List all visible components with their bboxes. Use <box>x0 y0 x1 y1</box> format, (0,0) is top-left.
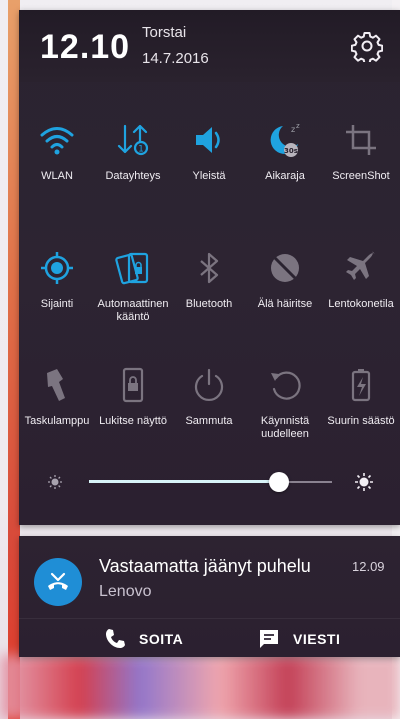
missed-call-notification[interactable]: Vastaamatta jäänyt puhelu 12.09 Lenovo S… <box>19 536 400 657</box>
location-icon <box>41 252 73 284</box>
clock-day: Torstai <box>142 24 187 41</box>
tile-power-off[interactable]: Sammuta <box>171 365 247 428</box>
auto-rotate-icon <box>115 252 149 285</box>
clock-date: 14.7.2016 <box>142 50 209 67</box>
wallpaper-bottom <box>0 655 400 719</box>
tile-label: Automaattinen kääntö <box>97 298 169 323</box>
call-back-button[interactable]: SOITA <box>103 625 183 653</box>
notification-subtitle: Lenovo <box>99 583 152 600</box>
tile-restart[interactable]: Käynnistä uudelleen <box>247 365 323 441</box>
tile-battery-saver[interactable]: Suurin säästö <box>323 365 399 428</box>
missed-call-icon <box>48 572 68 590</box>
do-not-disturb-icon <box>271 254 299 282</box>
restart-icon <box>271 371 301 400</box>
volume-icon <box>196 127 220 153</box>
crop-icon <box>346 125 376 155</box>
power-icon <box>194 368 224 401</box>
brightness-low-icon <box>48 475 62 489</box>
bluetooth-icon <box>200 252 219 284</box>
notification-avatar <box>34 558 82 606</box>
status-header: 12.10 Torstai 14.7.2016 <box>19 10 400 82</box>
clock-time: 12.10 <box>40 28 131 66</box>
tile-label: Älä häiritse <box>257 298 313 310</box>
tile-screenshot[interactable]: ScreenShot <box>323 120 399 183</box>
notification-divider <box>19 618 400 619</box>
tile-label: Datayhteys <box>105 170 161 182</box>
tile-label: Suurin säästö <box>327 415 395 427</box>
tile-flashlight[interactable]: Taskulamppu <box>19 365 95 428</box>
airplane-icon <box>346 251 375 280</box>
sleep-timer-icon: z z 30s <box>270 122 300 157</box>
brightness-thumb[interactable] <box>268 472 289 492</box>
phone-icon <box>106 629 125 648</box>
tile-auto-rotate[interactable]: Automaattinen kääntö <box>95 248 171 324</box>
tile-label: Sijainti <box>40 298 74 310</box>
tile-label: Bluetooth <box>185 298 233 310</box>
battery-saver-icon <box>351 369 371 402</box>
tile-label: ScreenShot <box>332 170 390 182</box>
tile-label: Sammuta <box>185 415 233 427</box>
tile-label: Lentokonetila <box>328 298 394 310</box>
tile-label: Aikaraja <box>265 170 305 182</box>
tile-wlan[interactable]: WLAN <box>19 120 95 183</box>
brightness-slider[interactable] <box>19 470 400 494</box>
flashlight-icon <box>47 369 65 401</box>
tile-label: Käynnistä uudelleen <box>260 415 310 440</box>
tile-label: WLAN <box>41 170 73 182</box>
tile-timeout[interactable]: z z 30s Aikaraja <box>247 120 323 183</box>
notification-time: 12.09 <box>352 559 385 574</box>
message-icon <box>260 630 278 648</box>
quick-settings-panel: 12.10 Torstai 14.7.2016 WLAN 1 Datayhtey… <box>19 10 400 525</box>
message-button[interactable]: VIESTI <box>257 625 340 653</box>
brightness-high-icon <box>355 473 373 491</box>
tile-label: Taskulamppu <box>24 415 90 427</box>
tile-do-not-disturb[interactable]: Älä häiritse <box>247 248 323 311</box>
tile-sound[interactable]: Yleistä <box>171 120 247 183</box>
tile-lock-screen[interactable]: Lukitse näyttö <box>95 365 171 428</box>
message-label: VIESTI <box>293 631 341 647</box>
tile-label: Yleistä <box>192 170 226 182</box>
call-back-label: SOITA <box>139 631 184 647</box>
svg-text:30s: 30s <box>284 147 298 155</box>
svg-text:1: 1 <box>138 145 144 155</box>
settings-gear-icon[interactable] <box>351 30 383 62</box>
tile-location[interactable]: Sijainti <box>19 248 95 311</box>
data-transfer-icon: 1 <box>117 124 149 156</box>
tile-airplane[interactable]: Lentokonetila <box>323 248 399 311</box>
notification-title: Vastaamatta jäänyt puhelu <box>99 556 311 576</box>
svg-text:z: z <box>296 122 300 130</box>
wifi-icon <box>40 127 74 155</box>
brightness-fill <box>89 480 279 483</box>
svg-text:z: z <box>291 125 295 134</box>
lock-screen-icon <box>122 367 144 403</box>
tile-label: Lukitse näyttö <box>99 415 167 427</box>
tile-data[interactable]: 1 Datayhteys <box>95 120 171 183</box>
tile-bluetooth[interactable]: Bluetooth <box>171 248 247 311</box>
